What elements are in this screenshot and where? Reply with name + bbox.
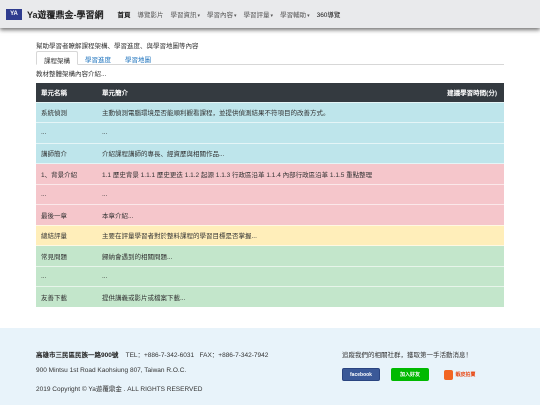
tab-learning-map[interactable]: 學習地圖 — [118, 51, 158, 65]
unit-name-cell: 講師簡介 — [36, 142, 97, 164]
table-row: ...... — [36, 122, 504, 143]
unit-name-cell: 系統偵測 — [36, 101, 97, 123]
nav-360-tour[interactable]: 360導覽 — [317, 9, 341, 19]
suggested-time-cell — [430, 286, 504, 307]
unit-name-cell: 最後一章 — [36, 204, 97, 225]
unit-summary-cell: ... — [97, 183, 431, 205]
table-row: ...... — [36, 183, 504, 205]
line-add-friend-button[interactable]: 加入好友 — [391, 368, 429, 381]
unit-name-cell: ... — [36, 183, 97, 205]
nav-guide-video[interactable]: 導覽影片 — [138, 9, 164, 19]
unit-summary-cell: 主動偵測電腦環境是否能順利觀看課程，並提供偵測結果不符項目的改善方式。 — [97, 101, 431, 123]
unit-summary-cell: 1.1 歷史背景 1.1.1 歷史更迭 1.1.2 起源 1.1.3 行政區沿革… — [97, 163, 431, 184]
chevron-down-icon: ▾ — [197, 13, 201, 19]
nav-learning-support[interactable]: 學習輔助▾ — [280, 9, 310, 19]
unit-summary-cell: 歸納會遇到的相關問題... — [97, 245, 431, 266]
header-suggested-time: 建議學習時間(分) — [430, 83, 504, 102]
suggested-time-cell — [430, 122, 504, 143]
suggested-time-cell — [430, 142, 504, 164]
suggested-time-cell — [430, 183, 504, 205]
shopping-bag-icon — [444, 369, 454, 380]
table-row: 最後一章 本章介紹... — [36, 204, 504, 225]
brand-title[interactable]: Ya遊覆鼎金-學習網 — [27, 8, 104, 21]
suggested-time-cell — [430, 245, 504, 266]
unit-name-cell: 總結評量 — [36, 224, 97, 246]
table-row: 系統偵測 主動偵測電腦環境是否能順利觀看課程，並提供偵測結果不符項目的改善方式。 — [36, 101, 504, 123]
table-row: 1、背景介紹 1.1 歷史背景 1.1.1 歷史更迭 1.1.2 起源 1.1.3… — [36, 163, 504, 184]
suggested-time-cell — [430, 101, 504, 123]
footer-address: 高雄市三民區民族一路900號 — [36, 352, 119, 359]
facebook-label: facebook — [350, 371, 372, 378]
unit-summary-cell: 提供講義或影片或檔案下載... — [97, 286, 431, 307]
header-unit-name: 單元名稱 — [36, 83, 97, 102]
table-row: ...... — [36, 265, 504, 287]
course-units-table: 單元名稱 單元簡介 建議學習時間(分) 系統偵測 主動偵測電腦環境是否能順利觀看課… — [36, 83, 504, 307]
shopee-button[interactable]: 蝦皮拍賣 — [441, 368, 479, 381]
nav-learning-info[interactable]: 學習資訊▾ — [171, 9, 201, 19]
unit-name-cell: 常見問題 — [36, 245, 97, 266]
unit-summary-cell: 介紹課程講師的專長、經資歷與相關作品... — [97, 142, 431, 164]
tab-learning-progress[interactable]: 學習進度 — [78, 51, 118, 65]
logo-icon[interactable]: YA — [6, 8, 22, 20]
unit-name-cell: ... — [36, 122, 97, 143]
facebook-button[interactable]: facebook — [342, 368, 380, 381]
unit-name-cell: 1、背景介紹 — [36, 163, 97, 184]
suggested-time-cell — [430, 163, 504, 184]
footer-phone: TEL：+886-7-342-6031 — [125, 352, 195, 359]
unit-name-cell: ... — [36, 265, 97, 287]
table-row: 總結評量 主要在評量學習者對於整料課程的學習目標是否掌握... — [36, 224, 504, 246]
footer-social-text: 追蹤我們的相關社群，獲取第一手活動消息！ — [342, 352, 472, 359]
line-label: 加入好友 — [399, 372, 420, 378]
chevron-down-icon: ▾ — [234, 13, 237, 19]
footer-address-en: 900 Mintsu 1st Road Kaohsiung 807, Taiwa… — [36, 367, 187, 374]
table-row: 友善下載 提供講義或影片或檔案下載... — [36, 286, 504, 307]
table-row: 講師簡介 介紹課程講師的專長、經資歷與相關作品... — [36, 142, 504, 164]
chevron-down-icon: ▾ — [270, 13, 274, 19]
navbar: YA Ya遊覆鼎金-學習網 首頁 導覽影片 學習資訊▾ 學習內容▾ 學習評量▾ … — [0, 0, 540, 28]
footer-fax: FAX：+886-7-342-7942 — [199, 352, 269, 359]
nav-learning-content[interactable]: 學習內容▾ — [207, 9, 237, 19]
nav-home[interactable]: 首頁 — [118, 9, 131, 19]
table-row: 常見問題 歸納會遇到的相關問題... — [36, 245, 504, 266]
unit-summary-cell: 本章介紹... — [97, 204, 431, 225]
nav-learning-assessment[interactable]: 學習評量▾ — [244, 9, 274, 19]
suggested-time-cell — [430, 224, 504, 246]
header-unit-summary: 單元簡介 — [97, 83, 431, 102]
tab-bar: 課程架構 學習進度 學習地圖 — [36, 51, 504, 65]
chevron-down-icon: ▾ — [307, 13, 310, 19]
footer: 高雄市三民區民族一路900號 TEL：+886-7-342-6031 FAX：+… — [0, 328, 540, 405]
footer-copyright: 2019 Copyright © Ya遊覆鼎金 . ALL RIGHTS RES… — [36, 386, 203, 393]
unit-summary-cell: ... — [97, 265, 431, 287]
suggested-time-cell — [430, 204, 504, 225]
table-header-row: 單元名稱 單元簡介 建議學習時間(分) — [36, 83, 504, 102]
unit-summary-cell: 主要在評量學習者對於整料課程的學習目標是否掌握... — [97, 224, 431, 246]
page-intro: 幫助學習者瞭解課程架構、學習進度、與學習地圖等內容 — [36, 43, 199, 50]
footer-contact: 高雄市三民區民族一路900號 TEL：+886-7-342-6031 FAX：+… — [36, 349, 268, 359]
tab-description: 教材整體架構內容介紹... — [36, 71, 107, 78]
tab-course-structure[interactable]: 課程架構 — [36, 51, 78, 65]
suggested-time-cell — [430, 265, 504, 287]
unit-summary-cell: ... — [97, 122, 431, 143]
unit-name-cell: 友善下載 — [36, 286, 97, 307]
shopee-label: 蝦皮拍賣 — [455, 372, 476, 378]
